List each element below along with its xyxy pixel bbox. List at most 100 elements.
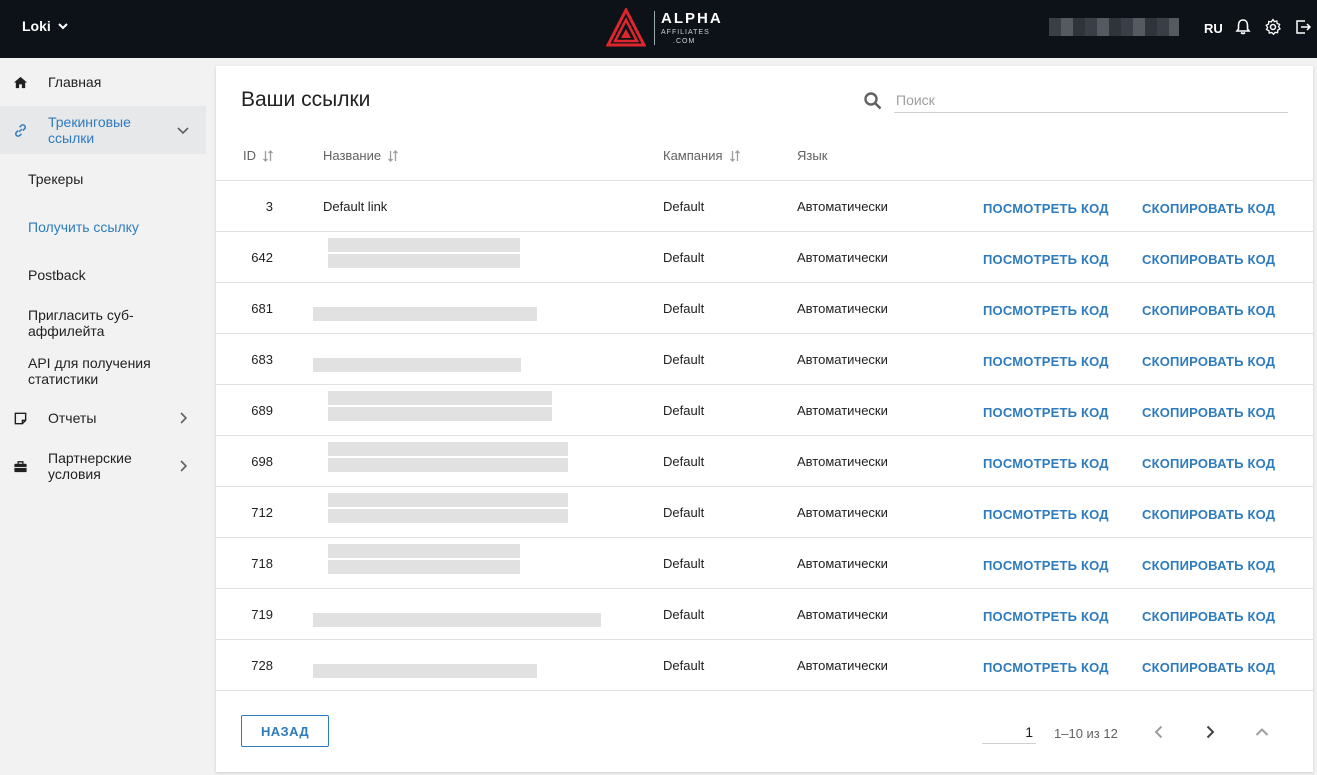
redacted-name <box>313 289 635 329</box>
table-row: 719 Default Автоматически ПОСМОТРЕТЬ КОД СКО… <box>216 589 1313 640</box>
search-input[interactable] <box>894 87 1288 113</box>
redacted-name <box>313 493 635 533</box>
row-id: 642 <box>251 250 273 265</box>
table-row: 683 Default Автоматически ПОСМОТРЕТЬ КОД СКО… <box>216 334 1313 385</box>
logo: ALPHA AFFILIATES .COM <box>606 8 723 48</box>
row-campaign: Default <box>663 250 705 265</box>
row-name: Default link <box>323 199 388 214</box>
column-header-language: Язык <box>797 148 827 163</box>
sidebar-subitem-stats-api[interactable]: API для получения статистики <box>28 355 168 387</box>
next-page-button[interactable] <box>1200 722 1220 742</box>
sidebar-item-label: Трекинговые ссылки <box>48 114 131 146</box>
view-code-button[interactable]: ПОСМОТРЕТЬ КОД <box>983 354 1109 369</box>
row-campaign: Default <box>663 352 705 367</box>
table-row: 728 Default Автоматически ПОСМОТРЕТЬ КОД СКО… <box>216 640 1313 691</box>
view-code-button[interactable]: ПОСМОТРЕТЬ КОД <box>983 201 1109 216</box>
row-id: 719 <box>251 607 273 622</box>
chevron-down-icon <box>175 122 191 138</box>
copy-code-button[interactable]: СКОПИРОВАТЬ КОД <box>1142 558 1275 573</box>
row-id: 683 <box>251 352 273 367</box>
sidebar-item-home[interactable]: Главная <box>0 58 206 106</box>
table-row: 3 Default link Default Автоматически ПОСМОТР… <box>216 181 1313 232</box>
redacted-name <box>313 442 635 482</box>
logo-mark-icon <box>606 8 646 47</box>
logo-sub-text: AFFILIATES <box>661 29 710 36</box>
bell-icon[interactable] <box>1234 18 1252 36</box>
links-card: Ваши ссылки ID Название Кампания Язык 3 D… <box>216 66 1313 772</box>
view-code-button[interactable]: ПОСМОТРЕТЬ КОД <box>983 660 1109 675</box>
redacted-name <box>313 544 635 584</box>
copy-code-button[interactable]: СКОПИРОВАТЬ КОД <box>1142 609 1275 624</box>
scroll-top-button[interactable] <box>1252 722 1272 742</box>
copy-code-button[interactable]: СКОПИРОВАТЬ КОД <box>1142 201 1275 216</box>
redacted-name <box>313 238 635 278</box>
search-icon <box>864 92 882 110</box>
logo-text: ALPHA AFFILIATES .COM <box>654 11 723 45</box>
column-header-label: ID <box>243 148 256 163</box>
sidebar-item-tracking-links[interactable]: Трекинговые ссылки <box>0 106 206 154</box>
sidebar: Главная Трекинговые ссылки Трекеры Получ… <box>0 58 206 775</box>
copy-code-button[interactable]: СКОПИРОВАТЬ КОД <box>1142 354 1275 369</box>
user-menu[interactable]: Loki <box>22 18 69 34</box>
row-campaign: Default <box>663 403 705 418</box>
row-campaign: Default <box>663 454 705 469</box>
logo-main-text: ALPHA <box>661 10 723 27</box>
page-title: Ваши ссылки <box>241 88 371 111</box>
report-icon <box>12 410 28 426</box>
page-number-input[interactable] <box>982 720 1036 744</box>
logout-icon[interactable] <box>1294 18 1312 36</box>
view-code-button[interactable]: ПОСМОТРЕТЬ КОД <box>983 456 1109 471</box>
chevron-up-icon <box>1255 728 1269 736</box>
table-row: 698 Default Автоматически ПОСМОТРЕТЬ КОД СКО… <box>216 436 1313 487</box>
row-id: 728 <box>251 658 273 673</box>
pagination-range: 1–10 из 12 <box>1054 726 1118 741</box>
table-row: 681 Default Автоматически ПОСМОТРЕТЬ КОД СКО… <box>216 283 1313 334</box>
table-row: 718 Default Автоматически ПОСМОТРЕТЬ КОД СКО… <box>216 538 1313 589</box>
column-header-id[interactable]: ID <box>243 148 274 163</box>
chevron-down-icon <box>58 23 68 30</box>
chevron-right-icon <box>175 410 191 426</box>
view-code-button[interactable]: ПОСМОТРЕТЬ КОД <box>983 609 1109 624</box>
sidebar-subitem-postback[interactable]: Postback <box>28 267 86 283</box>
column-header-name[interactable]: Название <box>323 148 399 163</box>
column-header-campaign[interactable]: Кампания <box>663 148 741 163</box>
language-switch[interactable]: RU <box>1204 21 1223 36</box>
redacted-name <box>313 595 635 635</box>
table-row: 712 Default Автоматически ПОСМОТРЕТЬ КОД СКО… <box>216 487 1313 538</box>
sidebar-item-label: Главная <box>48 74 102 90</box>
row-language: Автоматически <box>797 607 888 622</box>
copy-code-button[interactable]: СКОПИРОВАТЬ КОД <box>1142 456 1275 471</box>
copy-code-button[interactable]: СКОПИРОВАТЬ КОД <box>1142 303 1275 318</box>
column-header-label: Название <box>323 148 382 163</box>
redacted-name <box>313 646 635 686</box>
copy-code-button[interactable]: СКОПИРОВАТЬ КОД <box>1142 405 1275 420</box>
sort-icon <box>263 149 273 162</box>
view-code-button[interactable]: ПОСМОТРЕТЬ КОД <box>983 303 1109 318</box>
copy-code-button[interactable]: СКОПИРОВАТЬ КОД <box>1142 660 1275 675</box>
sidebar-item-reports[interactable]: Отчеты <box>0 394 206 442</box>
table-row: 689 Default Автоматически ПОСМОТРЕТЬ КОД СКО… <box>216 385 1313 436</box>
row-campaign: Default <box>663 607 705 622</box>
sidebar-subitem-invite-sub-affiliate[interactable]: Пригласить суб-аффилейта <box>28 307 148 339</box>
row-campaign: Default <box>663 658 705 673</box>
view-code-button[interactable]: ПОСМОТРЕТЬ КОД <box>983 558 1109 573</box>
sidebar-item-partner-terms[interactable]: Партнерские условия <box>0 442 206 490</box>
view-code-button[interactable]: ПОСМОТРЕТЬ КОД <box>983 507 1109 522</box>
copy-code-button[interactable]: СКОПИРОВАТЬ КОД <box>1142 507 1275 522</box>
view-code-button[interactable]: ПОСМОТРЕТЬ КОД <box>983 252 1109 267</box>
chevron-left-icon <box>1154 725 1163 739</box>
row-language: Автоматически <box>797 505 888 520</box>
back-button[interactable]: НАЗАД <box>241 715 329 747</box>
sidebar-item-label: Отчеты <box>48 410 97 426</box>
sidebar-subitem-get-link[interactable]: Получить ссылку <box>28 219 139 235</box>
sidebar-subitem-trackers[interactable]: Трекеры <box>28 171 83 187</box>
gear-icon[interactable] <box>1264 18 1282 36</box>
prev-page-button[interactable] <box>1149 722 1169 742</box>
view-code-button[interactable]: ПОСМОТРЕТЬ КОД <box>983 405 1109 420</box>
copy-code-button[interactable]: СКОПИРОВАТЬ КОД <box>1142 252 1275 267</box>
home-icon <box>12 74 28 90</box>
row-language: Автоматически <box>797 250 888 265</box>
row-language: Автоматически <box>797 556 888 571</box>
column-header-label: Кампания <box>663 148 723 163</box>
redacted-name <box>313 340 635 380</box>
